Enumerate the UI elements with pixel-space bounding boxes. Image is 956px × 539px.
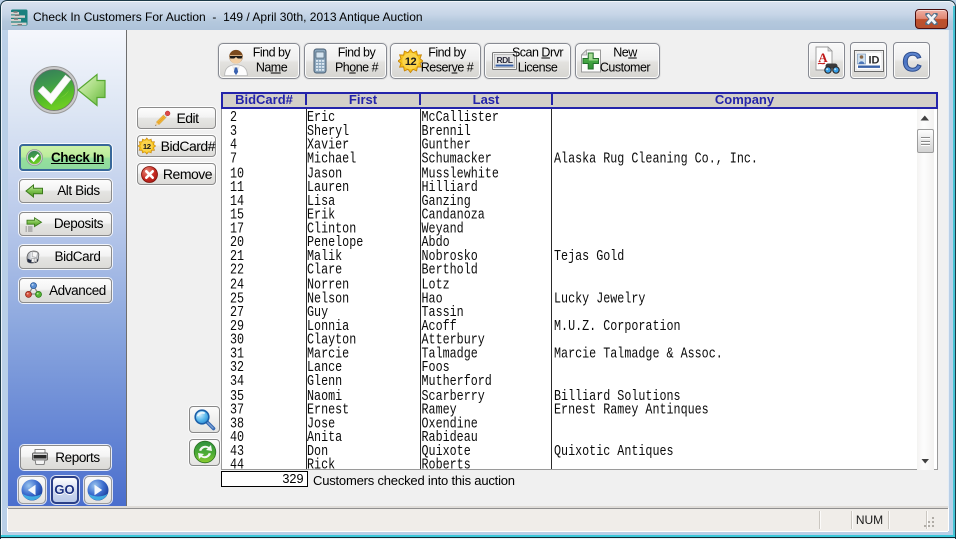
svg-text:12: 12 (405, 56, 417, 68)
svg-text:A: A (818, 50, 828, 65)
svg-text:12: 12 (143, 142, 151, 151)
svg-text:ID: ID (868, 54, 879, 66)
svg-text:C: C (902, 47, 922, 75)
